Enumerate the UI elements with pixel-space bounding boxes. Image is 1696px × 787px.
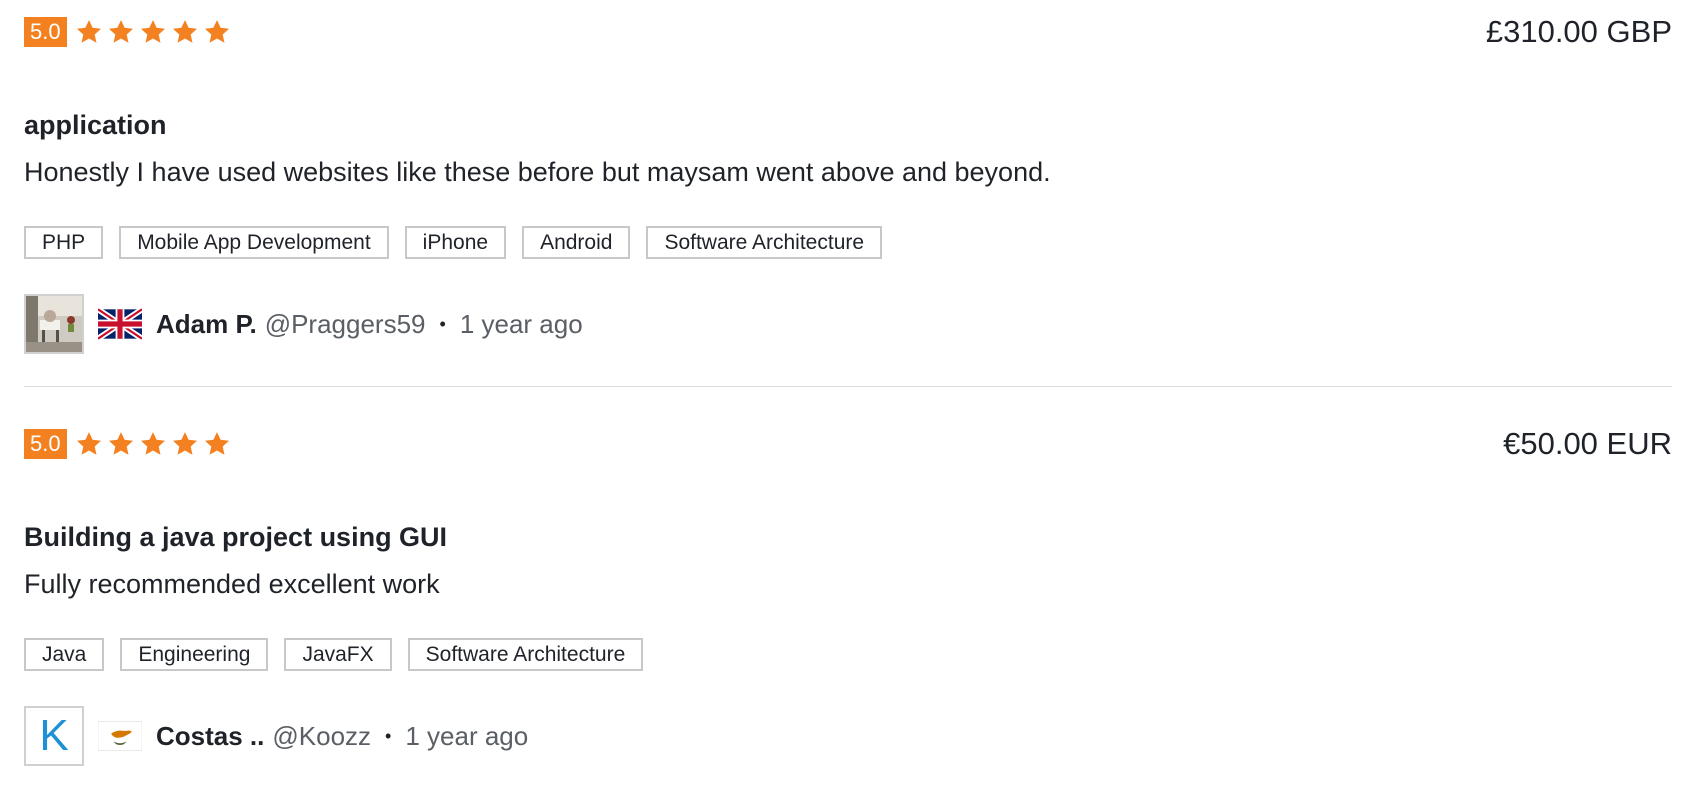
skill-tag[interactable]: Software Architecture <box>407 638 644 671</box>
star-icon <box>172 432 197 455</box>
reviewer-info: K Costas .. @Koozz • 1 year ago <box>24 704 528 768</box>
project-price: €50.00 EUR <box>1503 426 1672 461</box>
star-icon <box>108 20 133 43</box>
review-title: Building a java project using GUI <box>24 522 448 552</box>
reviewer-name[interactable]: Costas .. <box>156 721 264 752</box>
review-card: 5.0 €50.00 EUR Building a java project u… <box>24 386 1672 787</box>
avatar-letter: K <box>39 711 69 760</box>
separator-dot: • <box>385 725 392 746</box>
skill-tag[interactable]: Mobile App Development <box>119 226 389 259</box>
reviewer-handle[interactable]: @Koozz <box>272 721 371 752</box>
review-text: Honestly I have used websites like these… <box>24 157 1051 187</box>
skill-tag[interactable]: Android <box>522 226 631 259</box>
star-icon <box>172 20 197 43</box>
cyprus-flag-icon <box>98 720 142 752</box>
review-card: 5.0 £310.00 GBP application Honestly I h… <box>24 0 1672 386</box>
skill-tag[interactable]: PHP <box>24 226 104 259</box>
reviewer-name[interactable]: Adam P. <box>156 309 257 340</box>
review-title: application <box>24 110 167 140</box>
star-icon <box>140 432 165 455</box>
separator-dot: • <box>439 313 446 334</box>
avatar[interactable]: K <box>24 706 84 766</box>
star-icon <box>76 432 101 455</box>
project-price: £310.00 GBP <box>1485 14 1672 49</box>
skill-tag[interactable]: Engineering <box>120 638 269 671</box>
review-time: 1 year ago <box>405 720 529 751</box>
star-rating <box>75 430 235 458</box>
star-icon <box>204 432 229 455</box>
avatar-photo <box>26 296 82 352</box>
skill-tags: Java Engineering JavaFX Software Archite… <box>24 638 659 671</box>
star-icon <box>204 20 229 43</box>
skill-tags: PHP Mobile App Development iPhone Androi… <box>24 226 898 259</box>
score-badge: 5.0 <box>24 17 67 47</box>
score-badge: 5.0 <box>24 429 67 459</box>
star-icon <box>108 432 133 455</box>
star-rating <box>75 18 235 46</box>
star-icon <box>140 20 165 43</box>
reviewer-handle[interactable]: @Praggers59 <box>265 309 426 340</box>
reviewer-info: Adam P. @Praggers59 • 1 year ago <box>24 292 583 356</box>
star-icon <box>76 20 101 43</box>
rating-row: 5.0 <box>24 429 235 459</box>
rating-row: 5.0 <box>24 17 235 47</box>
skill-tag[interactable]: JavaFX <box>284 638 392 671</box>
reviews-list: 5.0 £310.00 GBP application Honestly I h… <box>0 0 1696 787</box>
avatar[interactable] <box>24 294 84 354</box>
uk-flag-icon <box>98 308 142 340</box>
review-text: Fully recommended excellent work <box>24 569 440 599</box>
skill-tag[interactable]: Software Architecture <box>646 226 883 259</box>
skill-tag[interactable]: iPhone <box>404 226 507 259</box>
review-time: 1 year ago <box>459 308 583 339</box>
skill-tag[interactable]: Java <box>24 638 105 671</box>
